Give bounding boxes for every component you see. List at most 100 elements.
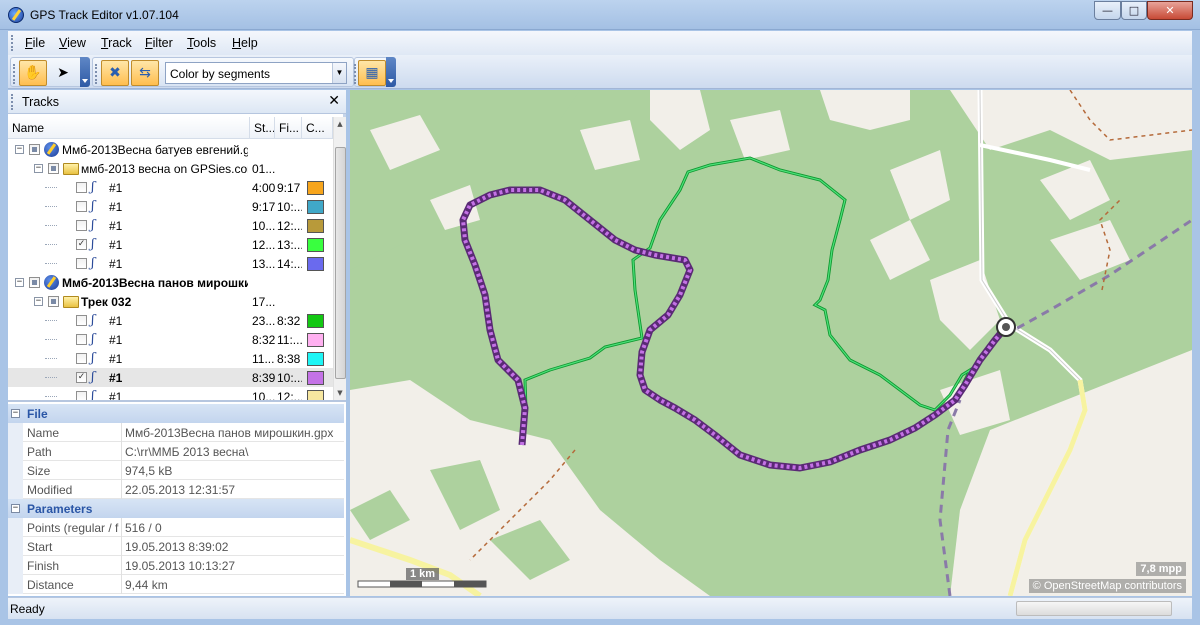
track-color-swatch[interactable] xyxy=(307,181,324,195)
split-icon[interactable]: ✖ xyxy=(101,60,129,86)
column-header-finish[interactable]: Fi... xyxy=(275,117,302,139)
property-value: 974,5 kB xyxy=(125,464,173,478)
visibility-checkbox[interactable] xyxy=(29,144,40,155)
map-attribution[interactable]: © OpenStreetMap contributors xyxy=(1028,579,1186,593)
column-header-start[interactable]: St... xyxy=(250,117,275,139)
swap-arrows-icon[interactable]: ⇆ xyxy=(131,60,159,86)
chevron-down-icon[interactable]: ▼ xyxy=(332,63,346,83)
hand-icon[interactable]: ✋ xyxy=(19,60,47,86)
menu-help[interactable]: Help xyxy=(232,36,258,50)
visibility-checkbox[interactable] xyxy=(48,296,59,307)
minimize-button[interactable]: — xyxy=(1094,1,1121,20)
toolbar-overflow-button[interactable] xyxy=(386,57,396,87)
visibility-checkbox[interactable] xyxy=(29,277,40,288)
track-segment-row[interactable]: ʃ #1 23... 8:32 xyxy=(8,311,333,330)
collapse-icon[interactable]: − xyxy=(11,409,20,418)
track-segment-row[interactable]: ʃ #1 9:17 10:... xyxy=(8,197,333,216)
track-file-row[interactable]: − Ммб-2013Весна панов мирошкин.gpx xyxy=(8,273,333,292)
toolbar-overflow-button[interactable] xyxy=(80,57,90,87)
track-color-swatch[interactable] xyxy=(307,257,324,271)
track-segment-row[interactable]: ʃ #1 8:32 11:... xyxy=(8,330,333,349)
column-header-name[interactable]: Name xyxy=(8,117,250,139)
track-start: 8:39 xyxy=(252,371,275,385)
panel-grip[interactable] xyxy=(11,94,13,110)
track-folder-row[interactable]: − Трек 032 17... xyxy=(8,292,333,311)
property-gutter xyxy=(8,575,23,594)
property-gutter xyxy=(8,423,23,442)
track-color-swatch[interactable] xyxy=(307,352,324,366)
toolbar-grip[interactable] xyxy=(354,64,356,84)
track-segment-row[interactable]: ʃ #1 10... 12:... xyxy=(8,387,333,400)
visibility-checkbox[interactable] xyxy=(76,258,87,269)
tree-scrollbar[interactable]: ▲ ▼ xyxy=(333,117,346,400)
tracks-tree[interactable]: Name St... Fi... C... − Ммб-2013Весна бат… xyxy=(8,117,346,400)
property-row[interactable]: Points (regular / f 516 / 0 xyxy=(8,518,344,537)
menu-file[interactable]: File xyxy=(25,36,45,50)
scroll-up-icon[interactable]: ▲ xyxy=(334,117,346,131)
close-button[interactable]: ✕ xyxy=(1147,1,1193,20)
track-color-swatch[interactable] xyxy=(307,333,324,347)
left-panel: Tracks ✕ Name St... Fi... C... − Ммб-2013… xyxy=(8,90,346,596)
visibility-checkbox[interactable] xyxy=(76,201,87,212)
property-key: Modified xyxy=(27,483,73,497)
collapse-icon[interactable]: − xyxy=(34,297,43,306)
property-row[interactable]: Finish 19.05.2013 10:13:27 xyxy=(8,556,344,575)
visibility-checkbox[interactable] xyxy=(76,220,87,231)
column-header-color[interactable]: C... xyxy=(302,117,333,139)
property-row[interactable]: Start 19.05.2013 8:39:02 xyxy=(8,537,344,556)
toolbar-grip[interactable] xyxy=(95,64,97,84)
gps-file-icon xyxy=(44,142,59,157)
map-icon[interactable]: ▦ xyxy=(358,60,386,86)
track-color-swatch[interactable] xyxy=(307,238,324,252)
maximize-button[interactable]: □ xyxy=(1121,1,1147,20)
scroll-thumb[interactable] xyxy=(335,147,346,379)
close-icon[interactable]: ✕ xyxy=(328,93,340,109)
visibility-checkbox[interactable] xyxy=(76,315,87,326)
visibility-checkbox[interactable] xyxy=(76,334,87,345)
pointer-icon[interactable]: ➤ xyxy=(49,60,77,86)
toolbar-grip[interactable] xyxy=(13,64,15,84)
track-segment-row[interactable]: ʃ #1 4:00 9:17 xyxy=(8,178,333,197)
property-row[interactable]: Name Ммб-2013Весна панов мирошкин.gpx xyxy=(8,423,344,442)
visibility-checkbox[interactable] xyxy=(76,391,87,400)
track-name: #1 xyxy=(109,371,123,385)
property-row[interactable]: Modified 22.05.2013 12:31:57 xyxy=(8,480,344,499)
menu-grip[interactable] xyxy=(11,35,13,51)
menu-filter[interactable]: Filter xyxy=(145,36,173,50)
track-segment-row[interactable]: ʃ #1 11... 8:38 xyxy=(8,349,333,368)
visibility-checkbox[interactable]: ✓ xyxy=(76,372,87,383)
collapse-icon[interactable]: − xyxy=(11,504,20,513)
track-segment-icon: ʃ xyxy=(91,256,95,271)
property-row[interactable]: Distance 9,44 km xyxy=(8,575,344,594)
menu-track[interactable]: Track xyxy=(101,36,132,50)
collapse-icon[interactable]: − xyxy=(15,278,24,287)
track-color-swatch[interactable] xyxy=(307,200,324,214)
menu-tools[interactable]: Tools xyxy=(187,36,216,50)
scroll-down-icon[interactable]: ▼ xyxy=(334,386,346,400)
map-canvas[interactable] xyxy=(350,90,1192,596)
visibility-checkbox[interactable] xyxy=(76,182,87,193)
track-segment-row[interactable]: ʃ #1 13... 14:... xyxy=(8,254,333,273)
visibility-checkbox[interactable] xyxy=(48,163,59,174)
collapse-icon[interactable]: − xyxy=(15,145,24,154)
tree-connector xyxy=(45,263,57,264)
track-color-swatch[interactable] xyxy=(307,371,324,385)
track-color-swatch[interactable] xyxy=(307,314,324,328)
property-section-header[interactable]: − Parameters xyxy=(8,499,344,518)
track-color-swatch[interactable] xyxy=(307,390,324,400)
track-folder-row[interactable]: − ммб-2013 весна on GPSies.com 01... xyxy=(8,159,333,178)
track-color-swatch[interactable] xyxy=(307,219,324,233)
property-section-header[interactable]: − File xyxy=(8,404,344,423)
track-segment-row[interactable]: ✓ ʃ #1 8:39 10:... xyxy=(8,368,333,387)
property-row[interactable]: Size 974,5 kB xyxy=(8,461,344,480)
menu-view[interactable]: View xyxy=(59,36,86,50)
color-mode-select[interactable]: Color by segments ▼ xyxy=(165,62,347,84)
track-file-row[interactable]: − Ммб-2013Весна батуев евгений.gpx xyxy=(8,140,333,159)
property-row[interactable]: Path C:\rr\ММБ 2013 весна\ xyxy=(8,442,344,461)
map-view[interactable]: 1 km 7,8 mpp © OpenStreetMap contributor… xyxy=(350,90,1192,596)
visibility-checkbox[interactable] xyxy=(76,353,87,364)
visibility-checkbox[interactable]: ✓ xyxy=(76,239,87,250)
track-segment-row[interactable]: ✓ ʃ #1 12... 13:... xyxy=(8,235,333,254)
track-segment-row[interactable]: ʃ #1 10... 12:... xyxy=(8,216,333,235)
collapse-icon[interactable]: − xyxy=(34,164,43,173)
